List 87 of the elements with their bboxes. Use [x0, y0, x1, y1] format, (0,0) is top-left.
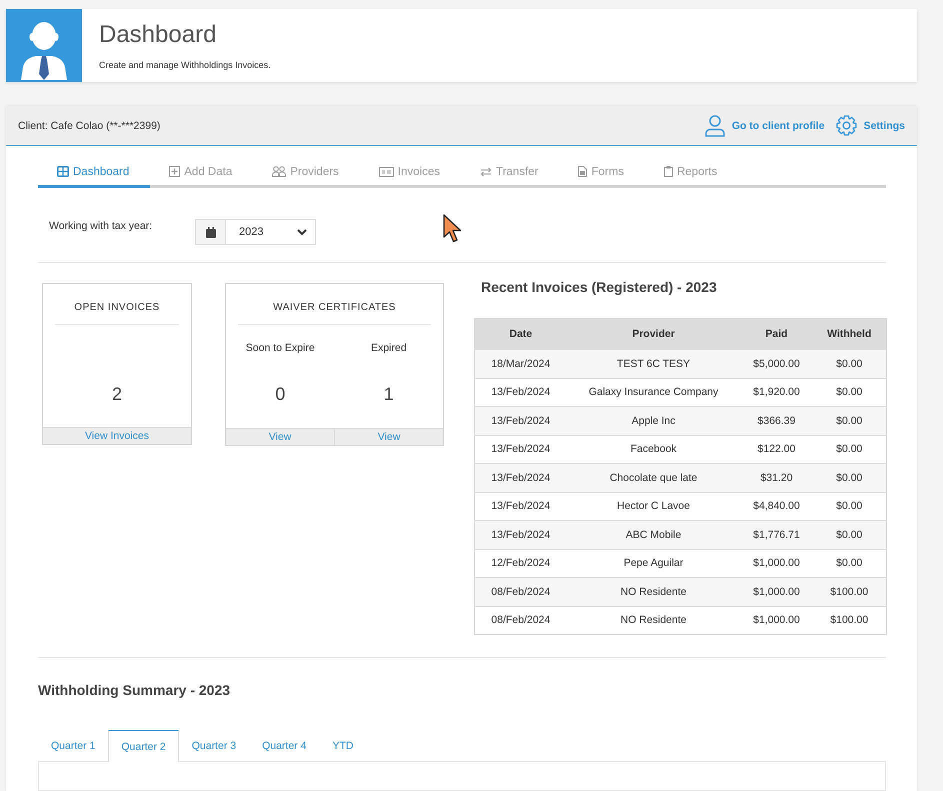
table-cell: $100.00 — [812, 606, 886, 634]
table-cell: 13/Feb/2024 — [474, 406, 566, 435]
card-title: OPEN INVOICES — [73, 301, 161, 315]
nav-tab[interactable]: Reports — [644, 158, 738, 188]
mouse-pointer-icon — [443, 214, 462, 243]
table-cell: ABC Mobile — [566, 520, 740, 549]
table-cell: $1,000.00 — [740, 606, 812, 634]
client-name: Client: Cafe Colao (**-***2399) — [18, 120, 160, 132]
page-title: Dashboard — [99, 21, 218, 49]
tax-year-label: Working with tax year: — [48, 219, 154, 233]
open-invoices-count: 2 — [110, 384, 123, 404]
table-cell: 13/Feb/2024 — [474, 464, 566, 492]
table-cell: Pepe Aguilar — [566, 549, 740, 578]
table-cell: 13/Feb/2024 — [474, 492, 566, 520]
table-cell: 08/Feb/2024 — [474, 578, 566, 606]
table-cell: $1,000.00 — [740, 549, 812, 578]
quarter-tab[interactable]: Quarter 1 — [38, 730, 108, 761]
column-header: Withheld — [812, 318, 886, 350]
client-profile-link[interactable]: Go to client profile — [704, 114, 825, 136]
table-cell: $0.00 — [812, 492, 886, 520]
table-cell: $0.00 — [812, 464, 886, 492]
table-cell: Facebook — [566, 435, 740, 464]
table-cell: $366.39 — [740, 406, 812, 435]
nav-tab[interactable]: Add Data — [150, 158, 254, 188]
column-header: Provider — [566, 318, 740, 350]
table-cell: $0.00 — [812, 435, 886, 464]
table-cell: $0.00 — [812, 549, 886, 578]
table-cell: TEST 6C TESY — [566, 350, 740, 378]
table-cell: $1,776.71 — [740, 520, 812, 549]
table-cell: $100.00 — [812, 578, 886, 606]
section-title: Withholding Summary - 2023 — [38, 681, 232, 699]
table-cell: 12/Feb/2024 — [474, 549, 566, 578]
clipboard-icon — [664, 166, 673, 177]
table-cell: $1,000.00 — [740, 578, 812, 606]
table-cell: Chocolate que late — [566, 464, 740, 492]
table-cell: 18/Mar/2024 — [474, 350, 566, 378]
column-header: Paid — [740, 318, 812, 350]
table-cell: Hector C Lavoe — [566, 492, 740, 520]
certificate-status-label: Soon to Expire — [246, 341, 315, 355]
view-link[interactable]: View — [226, 428, 334, 445]
chevron-down-icon — [297, 228, 307, 236]
table-cell: NO Residente — [566, 578, 740, 606]
table-cell: Galaxy Insurance Company — [566, 378, 740, 406]
table-cell: 13/Feb/2024 — [474, 435, 566, 464]
table-cell: $0.00 — [812, 520, 886, 549]
table-cell: $5,000.00 — [740, 350, 812, 378]
calendar-icon — [206, 226, 216, 238]
table-cell: Apple Inc — [566, 406, 740, 435]
certificate-status-label: Expired — [370, 341, 407, 355]
table-cell: 08/Feb/2024 — [474, 606, 566, 634]
table-cell: $0.00 — [812, 350, 886, 378]
nav-tab[interactable]: Invoices — [360, 158, 461, 188]
section-title: Recent Invoices (Registered) - 2023 — [481, 279, 718, 295]
table-cell: 13/Feb/2024 — [474, 520, 566, 549]
table-cell: $4,840.00 — [740, 492, 812, 520]
nav-tab[interactable]: Providers — [253, 158, 360, 188]
plus-square-icon — [169, 166, 180, 177]
table-cell: $122.00 — [740, 435, 812, 464]
table-cell: NO Residente — [566, 606, 740, 634]
view-invoices-link[interactable]: View Invoices — [43, 427, 191, 444]
table-cell: $1,920.00 — [740, 378, 812, 406]
quarter-tab[interactable]: Quarter 2 — [108, 730, 179, 762]
table-cell: $31.20 — [740, 464, 812, 492]
nav-tab[interactable]: Transfer — [460, 158, 560, 188]
settings-link[interactable]: Settings — [836, 115, 905, 136]
view-link[interactable]: View — [334, 428, 443, 445]
page-subtitle: Create and manage Withholdings Invoices. — [99, 60, 271, 71]
quarter-tab[interactable]: YTD — [319, 730, 366, 761]
settings-icon — [836, 115, 857, 136]
nav-tab[interactable]: Dashboard — [38, 158, 150, 188]
table-cell: $0.00 — [812, 406, 886, 435]
document-icon — [578, 166, 588, 177]
card-icon — [378, 166, 394, 176]
table-cell: $0.00 — [812, 378, 886, 406]
card-title: WAIVER CERTIFICATES — [272, 301, 397, 315]
person-icon — [704, 114, 725, 136]
nav-tab[interactable]: Forms — [559, 158, 645, 188]
table-cell: 13/Feb/2024 — [474, 378, 566, 406]
grid-icon — [57, 166, 69, 177]
people-icon — [272, 166, 286, 177]
year-select[interactable]: 2023 — [195, 219, 316, 245]
certificate-count: 0 — [275, 384, 286, 404]
transfer-arrows-icon — [480, 166, 492, 176]
quarter-tab[interactable]: Quarter 4 — [249, 730, 320, 761]
certificate-count: 1 — [384, 384, 394, 404]
quarter-tab[interactable]: Quarter 3 — [178, 730, 250, 761]
column-header: Date — [474, 318, 566, 350]
